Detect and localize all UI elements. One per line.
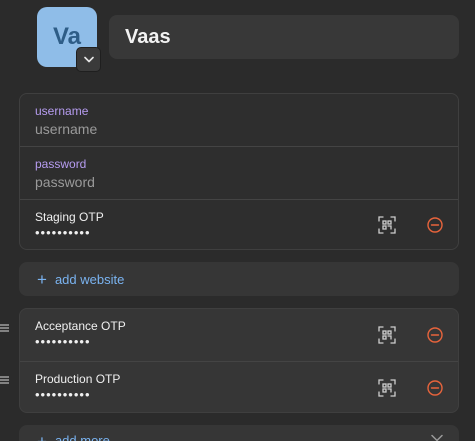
add-more-label: add more bbox=[54, 433, 110, 441]
avatar-menu-button[interactable] bbox=[76, 47, 101, 72]
extra-field-row[interactable]: Acceptance OTP •••••••••• bbox=[20, 309, 458, 361]
remove-field-icon[interactable] bbox=[427, 217, 443, 233]
plus-icon: + bbox=[37, 433, 47, 441]
extra-fields-card: Acceptance OTP •••••••••• Production OTP… bbox=[19, 308, 459, 413]
username-label: username bbox=[35, 104, 89, 118]
qr-code-icon[interactable] bbox=[378, 216, 396, 234]
password-label: password bbox=[35, 157, 87, 171]
remove-field-icon[interactable] bbox=[427, 327, 443, 343]
chevron-down-icon bbox=[83, 56, 94, 63]
add-website-button[interactable]: + add website bbox=[19, 262, 459, 296]
password-input[interactable]: password bbox=[35, 174, 458, 190]
item-title-field[interactable]: Vaas bbox=[109, 15, 459, 59]
qr-code-icon[interactable] bbox=[378, 326, 396, 344]
item-title: Vaas bbox=[125, 25, 171, 48]
username-row[interactable]: username username bbox=[20, 94, 458, 146]
avatar-initials: Va bbox=[52, 23, 82, 50]
login-card: username username password password Stag… bbox=[19, 93, 459, 250]
remove-field-icon[interactable] bbox=[427, 379, 443, 396]
drag-handle-icon[interactable] bbox=[0, 323, 9, 333]
password-row[interactable]: password password bbox=[20, 146, 458, 199]
staging-otp-row[interactable]: Staging OTP •••••••••• bbox=[20, 199, 458, 249]
item-editor: Va Vaas username username password passw… bbox=[0, 0, 475, 441]
chevron-down-icon bbox=[431, 434, 443, 441]
qr-code-icon[interactable] bbox=[378, 378, 396, 397]
username-input[interactable]: username bbox=[35, 121, 458, 137]
extra-field-row[interactable]: Production OTP •••••••••• bbox=[20, 361, 458, 412]
drag-handle-icon[interactable] bbox=[0, 375, 9, 385]
plus-icon: + bbox=[37, 269, 47, 289]
add-more-button[interactable]: + add more bbox=[19, 425, 459, 441]
add-website-label: add website bbox=[54, 271, 125, 287]
